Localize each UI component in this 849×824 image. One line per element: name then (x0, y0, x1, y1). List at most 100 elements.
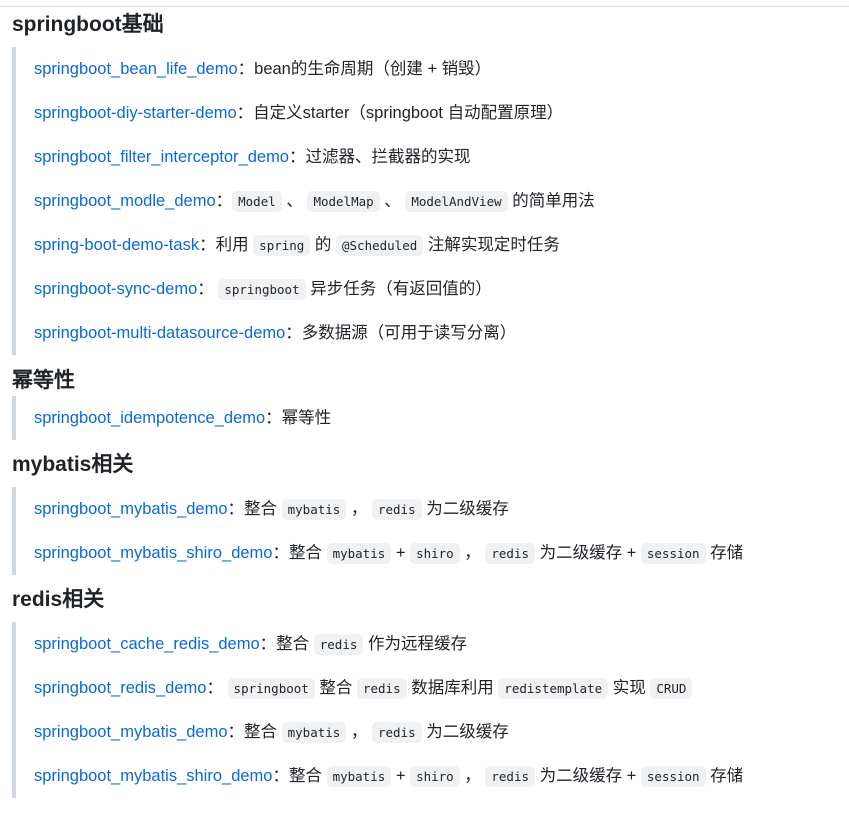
description-text: + (391, 767, 411, 785)
inline-code: spring (253, 235, 311, 256)
description-text: 注解实现定时任务 (423, 236, 560, 254)
section-title: springboot基础 (12, 13, 164, 36)
description-text: 数据库利用 (406, 679, 499, 697)
description-text: 为二级缓存 (421, 723, 509, 741)
description-text: ， (459, 767, 486, 785)
description-text: 为二级缓存 + (535, 544, 641, 562)
description-text: ， (346, 723, 372, 741)
inline-code: redis (371, 499, 422, 520)
inline-code: redis (371, 722, 422, 743)
readme-content: springboot基础 springboot_bean_life_demo：b… (12, 10, 849, 798)
description-text: 、 (379, 192, 406, 210)
list-item: springboot-sync-demo： springboot 异步任务（有返… (34, 267, 849, 311)
description-text: 的简单用法 (507, 192, 595, 210)
list-item: springboot_mybatis_demo：整合 mybatis ， red… (34, 487, 849, 531)
description-text: ， (346, 500, 372, 518)
description-text: ：整合 (259, 635, 314, 653)
demo-link[interactable]: springboot_mybatis_demo (34, 723, 228, 741)
demo-link[interactable]: springboot_mybatis_shiro_demo (34, 544, 272, 562)
list-item: springboot_idempotence_demo：幂等性 (34, 396, 849, 440)
demo-link[interactable]: springboot_redis_demo (34, 679, 206, 697)
description-text: ： (197, 280, 219, 298)
inline-code: springboot (218, 279, 306, 300)
description-text: ：bean的生命周期（创建 + 销毁） (237, 60, 492, 78)
demo-link[interactable]: springboot_bean_life_demo (34, 60, 238, 78)
list-item: springboot-multi-datasource-demo：多数据源（可用… (34, 311, 849, 355)
description-text: 作为远程缓存 (363, 635, 467, 653)
inline-code: springboot (227, 678, 315, 699)
description-text: 的 (310, 236, 336, 254)
demo-link[interactable]: spring-boot-demo-task (34, 236, 199, 254)
section-title: 幂等性 (12, 369, 75, 392)
demo-link[interactable]: springboot_modle_demo (34, 192, 216, 210)
demo-link[interactable]: springboot-sync-demo (34, 280, 197, 298)
demo-link[interactable]: springboot_filter_interceptor_demo (34, 148, 289, 166)
inline-code: session (640, 766, 706, 787)
inline-code: session (640, 543, 706, 564)
list-item: spring-boot-demo-task：利用 spring 的 @Sched… (34, 223, 849, 267)
description-text: ：整合 (272, 544, 327, 562)
inline-code: mybatis (326, 543, 392, 564)
demo-link[interactable]: springboot-diy-starter-demo (34, 104, 237, 122)
demo-link[interactable]: springboot-multi-datasource-demo (34, 324, 285, 342)
description-text: ：多数据源（可用于读写分离） (285, 324, 517, 342)
section-redis: redis相关 (12, 585, 849, 615)
description-text: ： (206, 679, 228, 697)
list-item: springboot_mybatis_demo：整合 mybatis ， red… (34, 710, 849, 754)
demo-link[interactable]: springboot_mybatis_shiro_demo (34, 767, 272, 785)
description-text: 实现 (608, 679, 651, 697)
demo-link[interactable]: springboot_idempotence_demo (34, 409, 265, 427)
description-text: ：利用 (199, 236, 254, 254)
inline-code: redis (313, 634, 364, 655)
section-list: springboot_idempotence_demo：幂等性 (12, 396, 849, 440)
inline-code: @Scheduled (336, 235, 424, 256)
inline-code: mybatis (281, 499, 347, 520)
list-item: springboot_modle_demo： Model 、 ModelMap 、… (34, 179, 849, 223)
demo-link[interactable]: springboot_cache_redis_demo (34, 635, 260, 653)
description-text: ：整合 (272, 767, 327, 785)
description-text: 、 (281, 192, 308, 210)
description-text: 为二级缓存 + (535, 767, 641, 785)
description-text: + (391, 544, 411, 562)
description-text: 存储 (705, 767, 744, 785)
inline-code: mybatis (281, 722, 347, 743)
inline-code: ModelMap (307, 191, 380, 212)
demo-link[interactable]: springboot_mybatis_demo (34, 500, 228, 518)
section-list: springboot_mybatis_demo：整合 mybatis ， red… (12, 487, 849, 575)
inline-code: Model (232, 191, 282, 212)
inline-code: redis (356, 678, 407, 699)
list-item: springboot_cache_redis_demo：整合 redis 作为远… (34, 622, 849, 666)
list-item: springboot_mybatis_shiro_demo：整合 mybatis… (34, 531, 849, 575)
section-list: springboot_cache_redis_demo：整合 redis 作为远… (12, 622, 849, 798)
inline-code: shiro (410, 543, 460, 564)
description-text: ：过滤器、拦截器的实现 (289, 148, 471, 166)
description-text: 存储 (705, 544, 744, 562)
description-text: ： (215, 192, 233, 210)
top-divider (0, 6, 849, 7)
description-text: ：幂等性 (265, 409, 332, 427)
inline-code: shiro (410, 766, 460, 787)
description-text: ：自定义starter（springboot 自动配置原理） (236, 104, 564, 122)
section-idempotence: 幂等性 (12, 366, 849, 396)
section-title: redis相关 (12, 588, 105, 611)
description-text: 整合 (314, 679, 357, 697)
inline-code: ModelAndView (405, 191, 508, 212)
section-springboot-basics: springboot基础 (12, 10, 849, 40)
inline-code: redis (485, 766, 536, 787)
inline-code: mybatis (326, 766, 392, 787)
description-text: 为二级缓存 (421, 500, 509, 518)
inline-code: CRUD (650, 678, 693, 699)
list-item: springboot_filter_interceptor_demo：过滤器、拦… (34, 135, 849, 179)
list-item: springboot_redis_demo： springboot 整合 red… (34, 666, 849, 710)
description-text: ：整合 (227, 723, 282, 741)
description-text: ， (459, 544, 486, 562)
inline-code: redis (485, 543, 536, 564)
description-text: ：整合 (227, 500, 282, 518)
list-item: springboot_bean_life_demo：bean的生命周期（创建 +… (34, 47, 849, 91)
section-list: springboot_bean_life_demo：bean的生命周期（创建 +… (12, 47, 849, 355)
description-text: 异步任务（有返回值的） (305, 280, 492, 298)
section-mybatis: mybatis相关 (12, 450, 849, 480)
section-title: mybatis相关 (12, 453, 134, 476)
inline-code: redistemplate (498, 678, 609, 699)
list-item: springboot-diy-starter-demo：自定义starter（s… (34, 91, 849, 135)
